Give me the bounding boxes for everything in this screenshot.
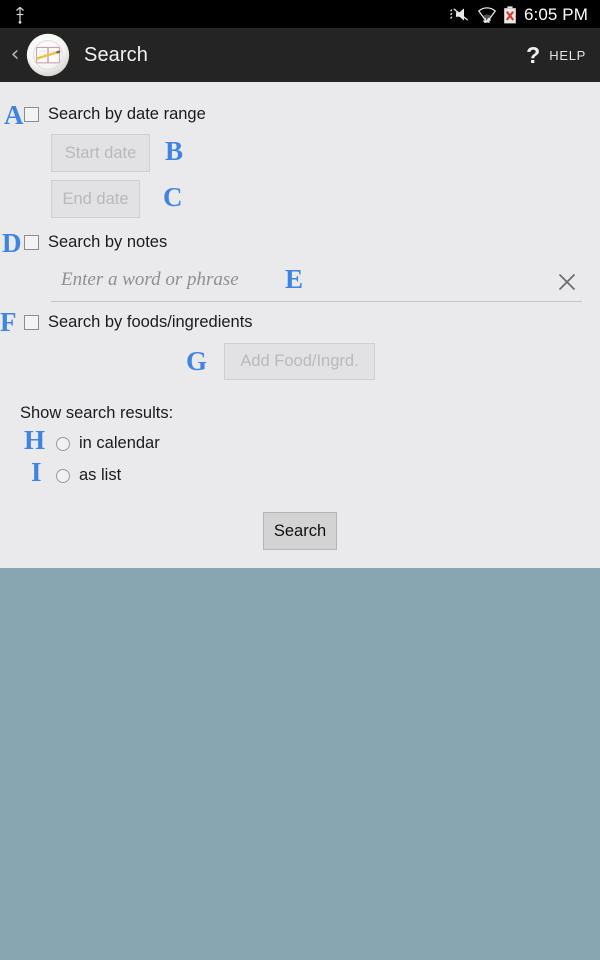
status-bar-clock: 6:05 PM [523,4,588,24]
radio-as-list-label: as list [79,466,122,484]
clear-x-icon[interactable] [552,267,582,297]
question-mark-icon: ? [526,41,541,68]
search-form-panel: A Search by date range Start date B End … [0,82,600,568]
foods-label: Search by foods/ingredients [48,313,253,331]
annotation-b: B [165,136,184,166]
results-mode-label: Show search results: [20,404,174,422]
annotation-d: D [2,228,22,258]
notes-label: Search by notes [48,233,168,251]
date-range-label: Search by date range [48,105,206,123]
notes-checkbox[interactable] [24,235,39,250]
foods-checkbox-row[interactable]: Search by foods/ingredients [24,313,253,332]
help-button[interactable]: ? HELP [526,41,586,68]
background-area [0,568,600,960]
action-bar: ‹ Search ? HELP [0,28,600,82]
date-range-checkbox[interactable] [24,107,39,122]
annotation-a: A [4,100,24,130]
status-bar-right: 6:05 PM [450,4,588,24]
battery-error-icon [503,5,516,23]
results-mode-in-calendar-row[interactable]: in calendar [56,434,160,453]
back-chevron-icon[interactable]: ‹ [4,44,26,66]
foods-checkbox[interactable] [24,315,39,330]
annotation-e: E [285,264,304,294]
notes-checkbox-row[interactable]: Search by notes [24,233,167,252]
wifi-icon [477,6,497,24]
journal-book-pencil-icon [26,33,70,77]
radio-as-list[interactable] [56,468,70,483]
notes-input-field [51,262,582,302]
annotation-g: G [186,346,208,376]
help-label: HELP [549,47,586,63]
search-submit-button[interactable]: Search [263,512,337,550]
date-range-checkbox-row[interactable]: Search by date range [24,105,206,124]
end-date-button[interactable]: End date [51,180,140,218]
annotation-c: C [163,182,183,212]
results-mode-as-list-row[interactable]: as list [56,466,121,485]
volume-mute-icon [450,6,470,22]
radio-in-calendar-label: in calendar [79,434,160,452]
status-bar: 6:05 PM [0,0,600,28]
status-bar-left [14,6,26,24]
radio-in-calendar[interactable] [56,436,70,451]
annotation-h: H [24,425,46,455]
annotation-i: I [31,457,42,487]
page-title: Search [84,43,148,66]
annotation-f: F [0,307,17,337]
start-date-button[interactable]: Start date [51,134,150,172]
add-food-ingredient-button[interactable]: Add Food/Ingrd. [224,343,375,380]
usb-icon [14,6,26,24]
